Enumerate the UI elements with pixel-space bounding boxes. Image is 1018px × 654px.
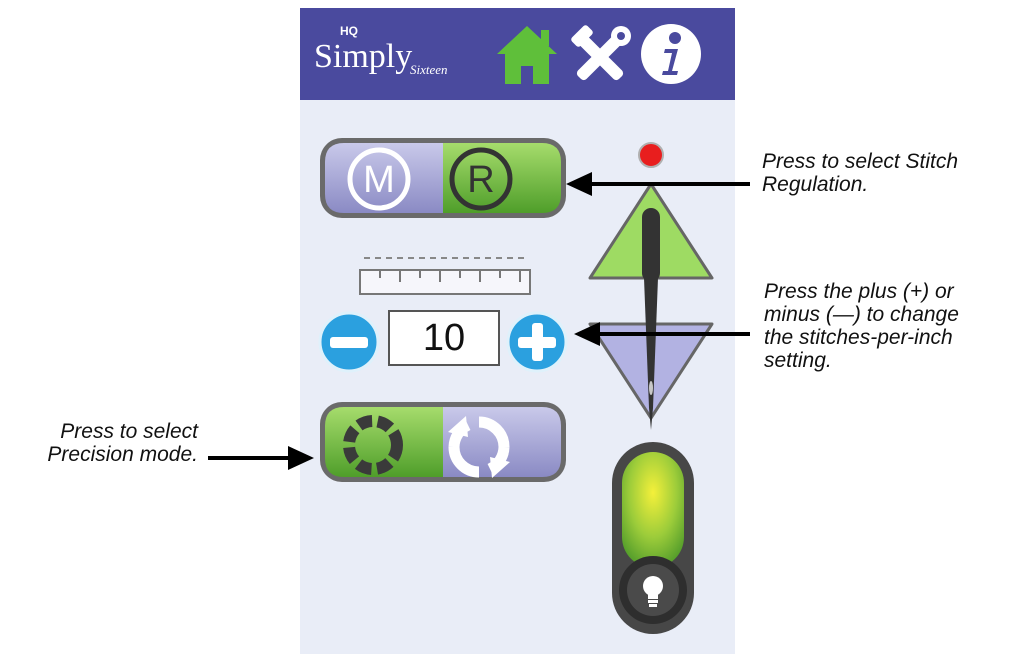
callout-precision: Press to select Precision mode. bbox=[22, 420, 198, 466]
callout-line: Press to select bbox=[60, 420, 198, 443]
callout-line: Press the plus (+) or bbox=[764, 280, 954, 303]
callout-spi: Press the plus (+) or minus (—) to chang… bbox=[764, 280, 959, 372]
callout-line: the stitches-per-inch bbox=[764, 326, 953, 349]
callout-stitch-regulation: Press to select Stitch Regulation. bbox=[762, 150, 958, 196]
callout-line: setting. bbox=[764, 349, 832, 372]
callout-line: Precision mode. bbox=[47, 443, 198, 466]
callout-line: Regulation. bbox=[762, 173, 869, 196]
callout-line: minus (—) to change bbox=[764, 303, 959, 326]
callout-line: Press to select Stitch bbox=[762, 150, 959, 173]
